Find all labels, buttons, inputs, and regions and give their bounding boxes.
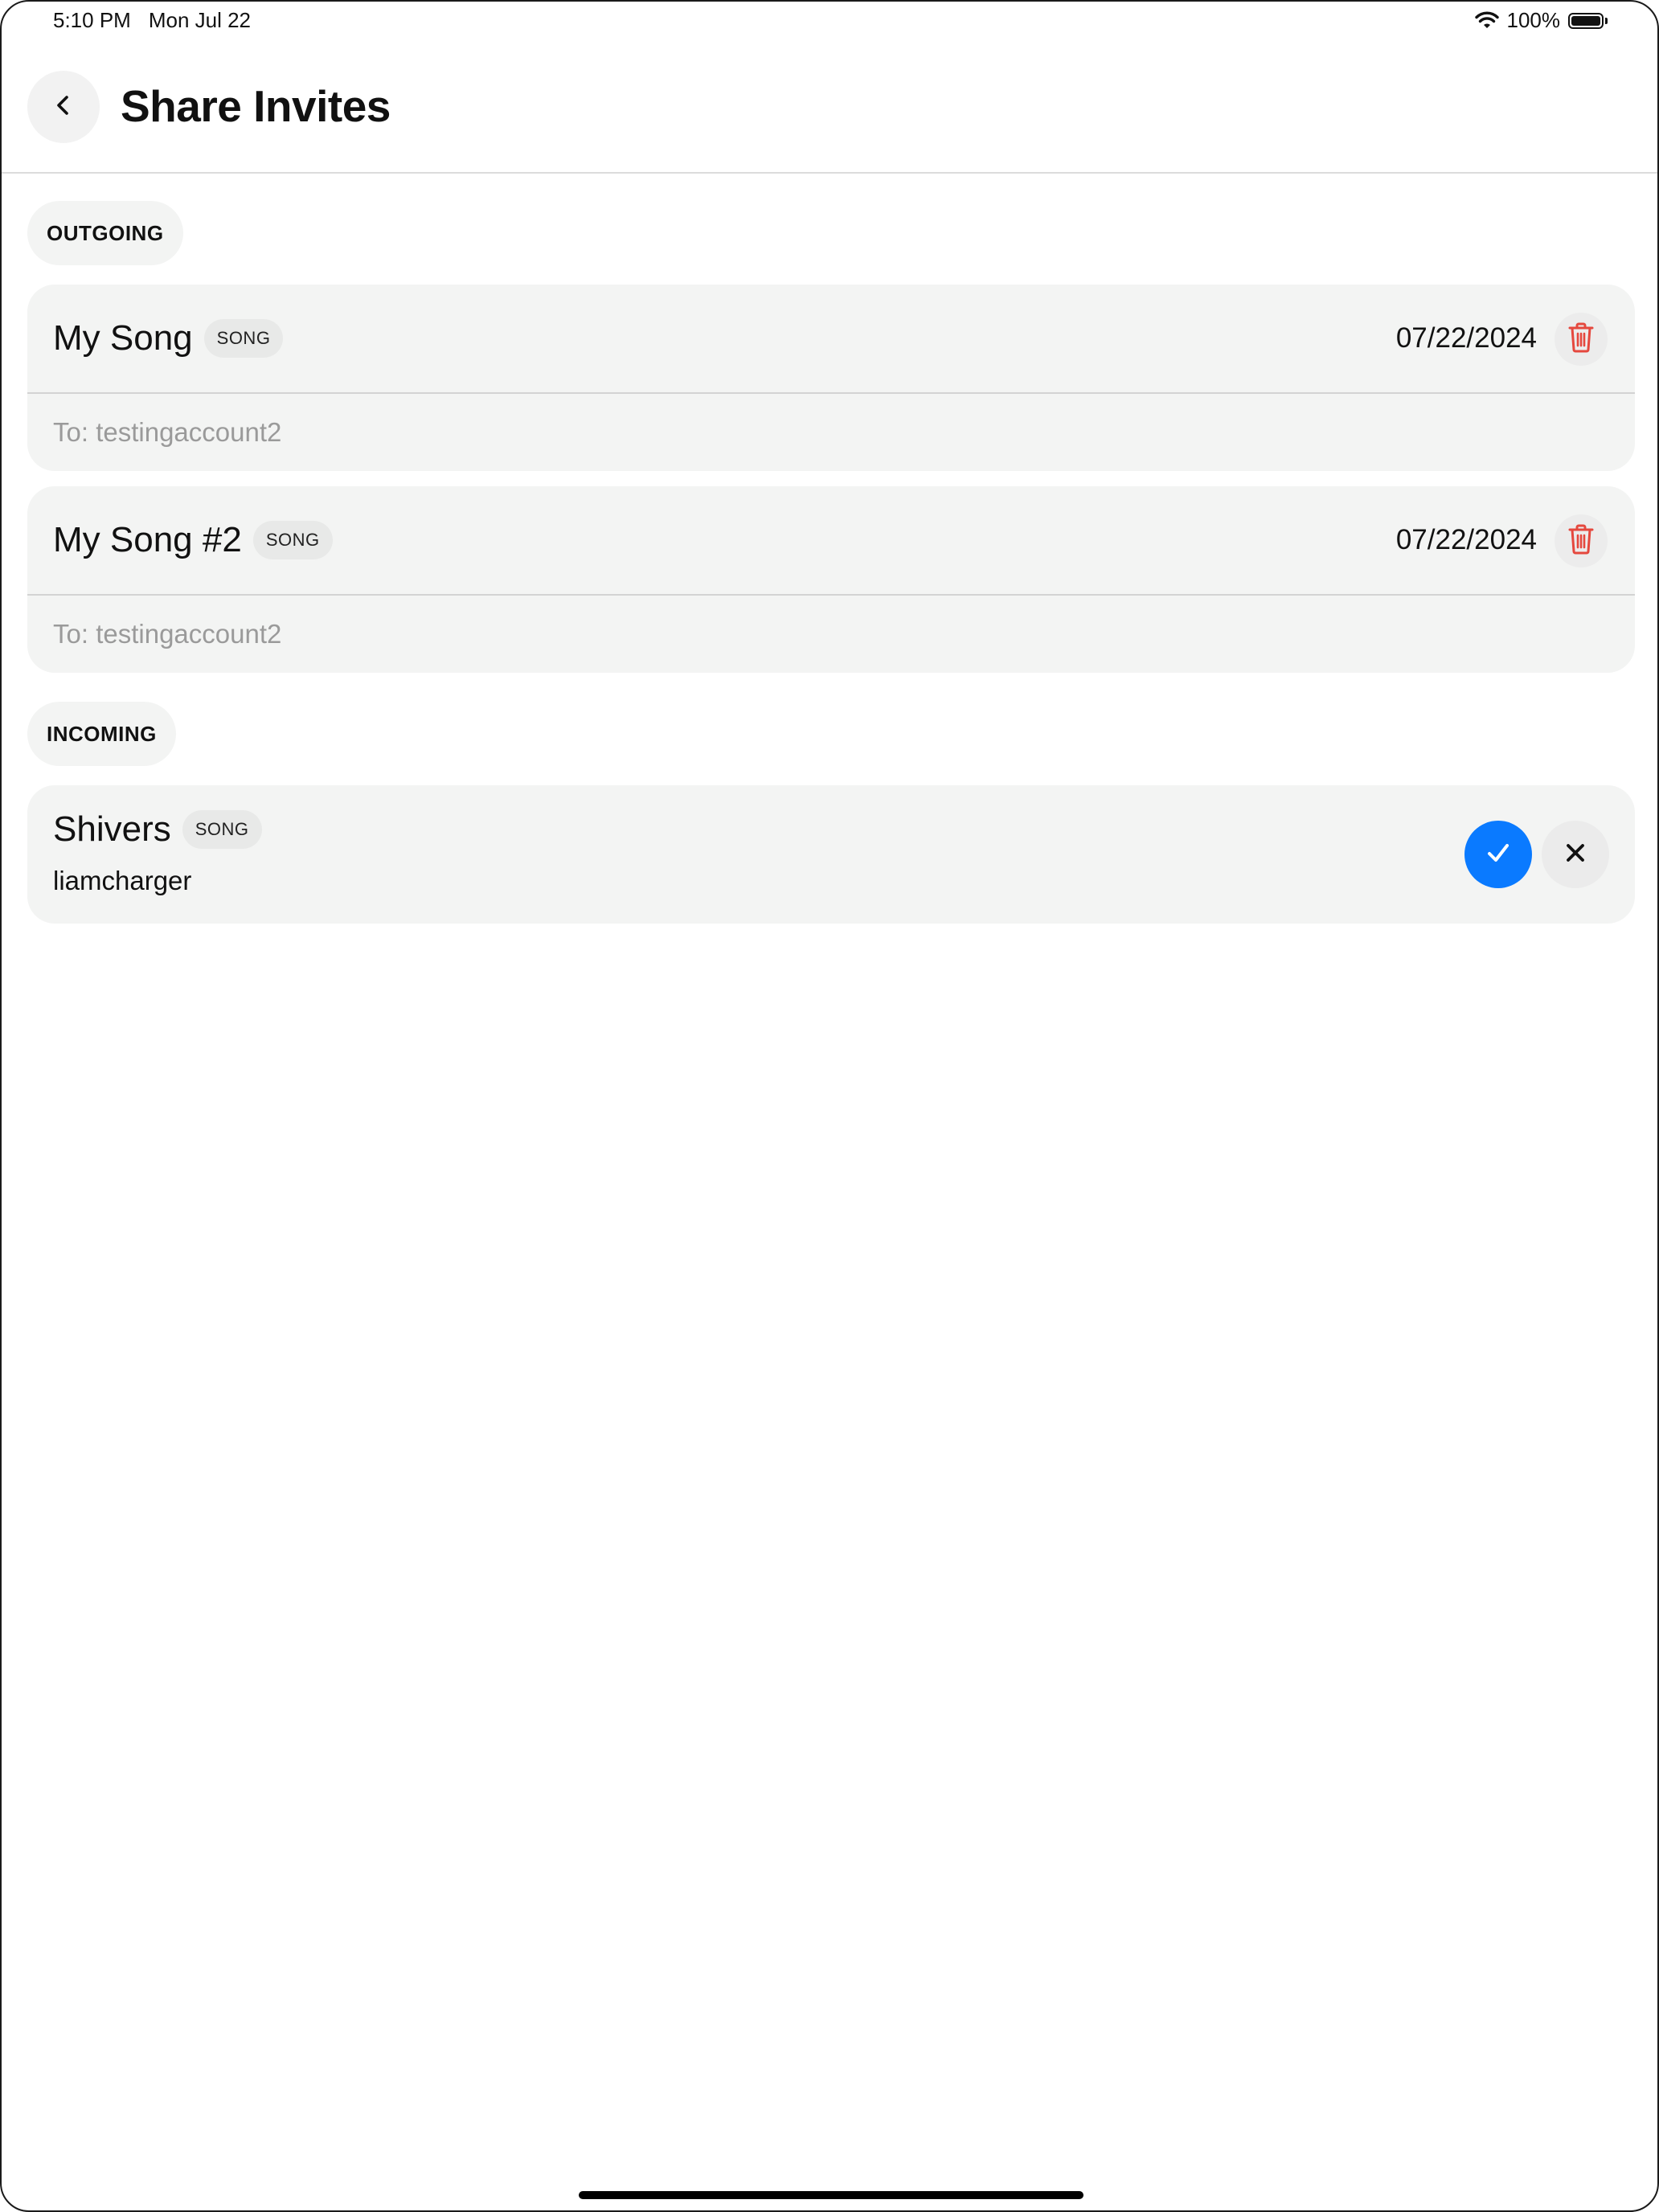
section-label-incoming: INCOMING [27, 702, 176, 766]
battery-fill [1571, 15, 1600, 26]
battery-body [1568, 12, 1604, 29]
outgoing-invite-card: My Song SONG 07/22/2024 To: testingaccou… [27, 285, 1635, 471]
outgoing-invite-header: My Song SONG 07/22/2024 [27, 285, 1635, 394]
outgoing-invite-header: My Song #2 SONG 07/22/2024 [27, 486, 1635, 596]
wifi-icon [1474, 11, 1499, 31]
trash-icon [1567, 523, 1596, 559]
accept-invite-button[interactable] [1464, 821, 1532, 888]
status-time: 5:10 PM [53, 8, 131, 32]
status-bar-right: 100% [1474, 8, 1608, 33]
chevron-left-icon [50, 92, 77, 123]
battery-percent: 100% [1506, 8, 1561, 32]
section-label-outgoing: OUTGOING [27, 201, 183, 265]
invite-recipient: To: testingaccount2 [53, 417, 282, 447]
invite-date: 07/22/2024 [1395, 322, 1537, 354]
delete-invite-button[interactable] [1555, 313, 1608, 366]
home-indicator[interactable] [579, 2191, 1083, 2199]
status-bar-left: 5:10 PM Mon Jul 22 [53, 8, 251, 33]
invite-type-badge: SONG [182, 810, 262, 849]
trash-icon [1567, 322, 1596, 358]
battery-icon [1568, 12, 1608, 29]
battery-cap [1605, 17, 1608, 24]
back-button[interactable] [27, 71, 100, 143]
invite-type-badge: SONG [252, 521, 333, 559]
invite-title-group: Shivers SONG [53, 809, 262, 850]
invite-title-group: My Song SONG [53, 285, 284, 392]
invite-title: My Song #2 [53, 520, 242, 559]
nav-header: Share Invites [2, 40, 1657, 174]
incoming-invite-card: Shivers SONG liamcharger [27, 785, 1635, 924]
status-date: Mon Jul 22 [148, 8, 252, 32]
page-title: Share Invites [121, 81, 391, 131]
invite-title-group: My Song #2 SONG [53, 486, 333, 594]
delete-invite-button[interactable] [1555, 514, 1608, 567]
invite-sender: liamcharger [53, 866, 192, 895]
outgoing-invite-card: My Song #2 SONG 07/22/2024 To: testingac… [27, 486, 1635, 673]
status-bar: 5:10 PM Mon Jul 22 100% [2, 2, 1657, 40]
invite-title: My Song [53, 318, 193, 358]
invite-type-badge: SONG [203, 319, 284, 358]
close-icon [1561, 838, 1590, 871]
invite-date: 07/22/2024 [1395, 524, 1537, 555]
invite-title: Shivers [53, 809, 171, 849]
ipad-screen: 5:10 PM Mon Jul 22 100% Share Invites OU… [0, 0, 1659, 2212]
checkmark-icon [1482, 837, 1514, 873]
invite-recipient: To: testingaccount2 [53, 619, 282, 649]
decline-invite-button[interactable] [1542, 821, 1609, 888]
